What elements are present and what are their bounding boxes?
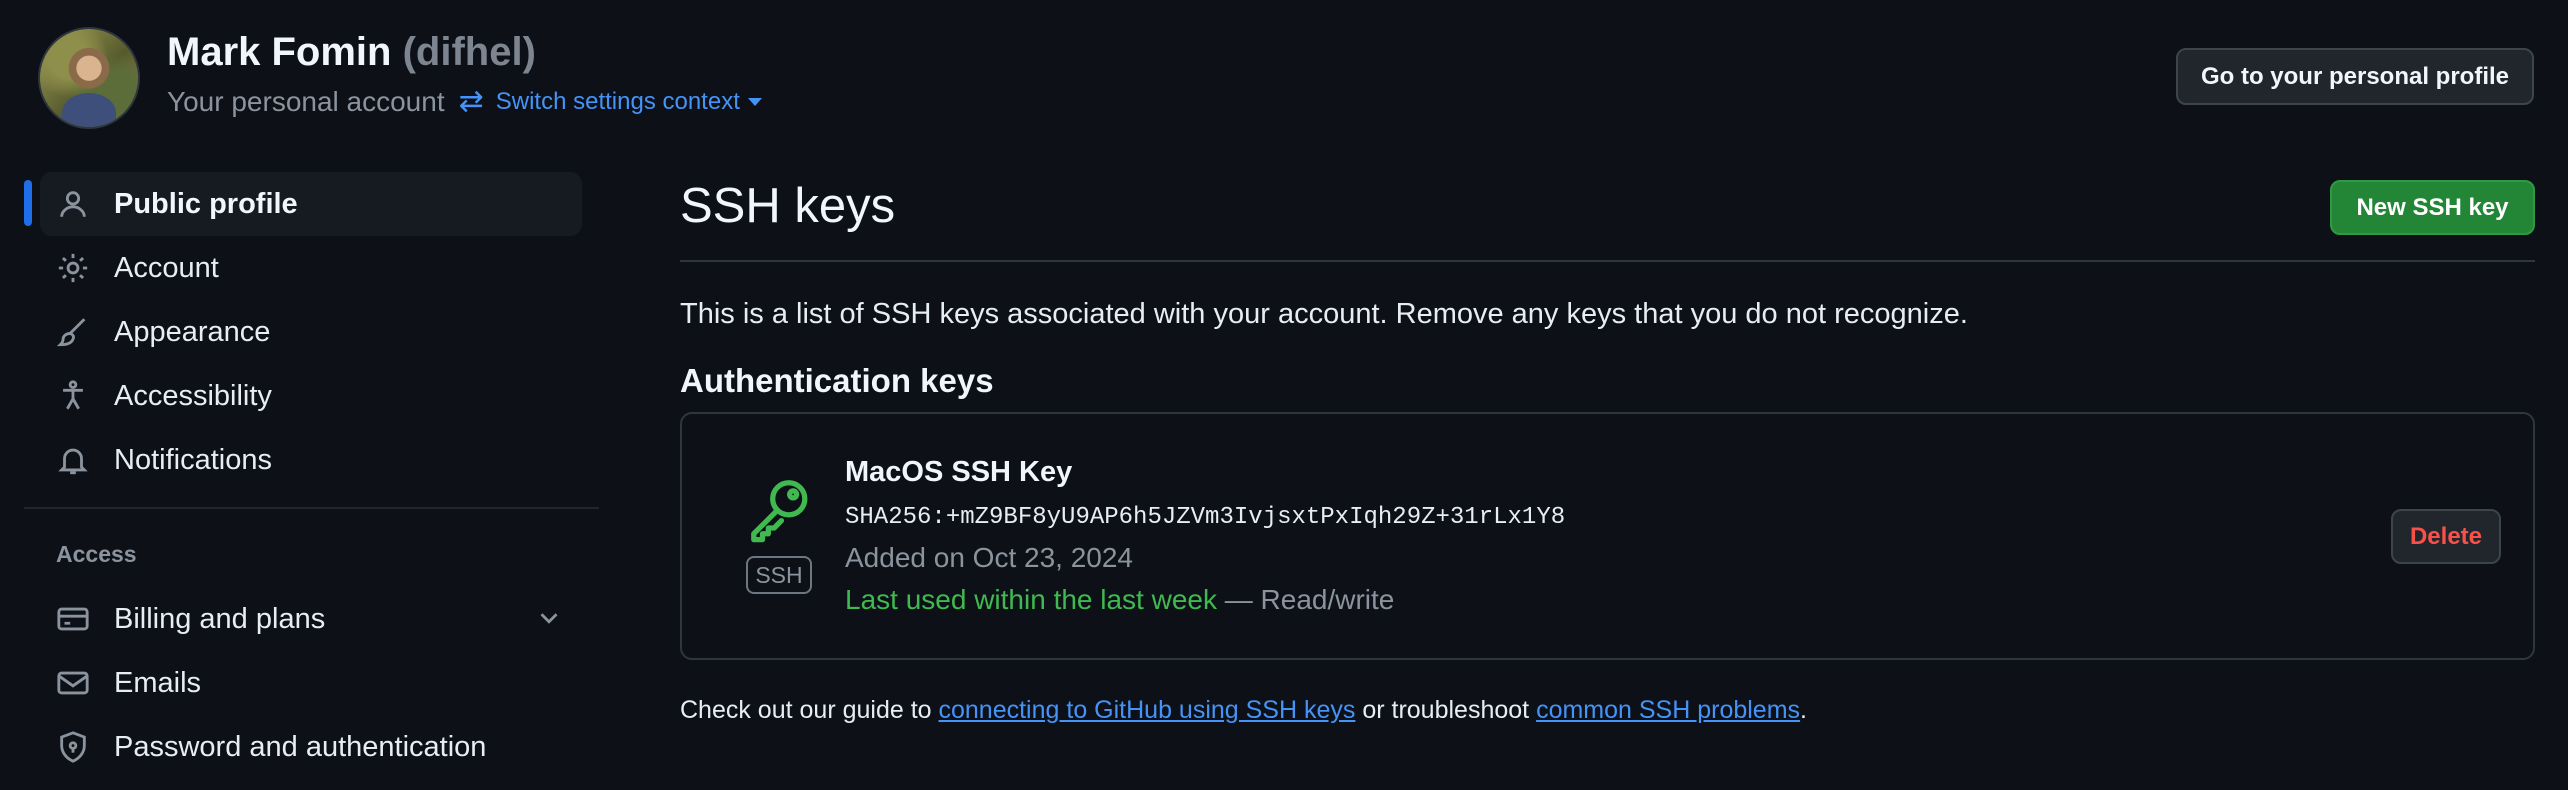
bell-icon <box>58 448 88 475</box>
sidebar-item-label: Accessibility <box>114 379 272 412</box>
key-access-level: — Read/write <box>1216 584 1395 615</box>
key-icon <box>751 480 808 543</box>
account-name: Mark Fomin (difhel) <box>167 30 536 75</box>
active-indicator <box>24 180 32 226</box>
username: (difhel) <box>402 30 536 74</box>
sidebar-item-label: Appearance <box>114 315 271 348</box>
ssh-key-card <box>680 412 2535 660</box>
key-usage: Last used within the last week — Read/wr… <box>845 584 1394 616</box>
ssh-guide-link[interactable]: connecting to GitHub using SSH keys <box>939 696 1356 724</box>
sidebar-item-appearance[interactable]: Appearance <box>40 300 582 364</box>
sidebar-item-emails[interactable]: Emails <box>40 651 582 715</box>
title-divider <box>680 260 2535 262</box>
switch-context-link[interactable]: Switch settings context <box>496 88 740 116</box>
arrow-switch-icon[interactable]: ⇄ <box>459 84 484 119</box>
avatar[interactable] <box>38 27 140 129</box>
chevron-down-icon[interactable] <box>534 603 564 633</box>
delete-key-button[interactable]: Delete <box>2391 509 2501 564</box>
sidebar-item-public-profile[interactable]: Public profile <box>40 172 582 236</box>
section-title: Authentication keys <box>680 362 994 399</box>
mail-icon <box>57 671 89 695</box>
caret-down-icon[interactable] <box>747 97 762 106</box>
account-type-label: Your personal account <box>167 85 445 117</box>
sidebar-section-heading: Access <box>56 541 137 567</box>
sidebar-item-account[interactable]: Account <box>40 236 582 300</box>
sidebar-item-notifications[interactable]: Notifications <box>40 428 582 492</box>
sidebar-item-label: Account <box>114 251 219 284</box>
footer-middle: or troubleshoot <box>1355 696 1537 724</box>
ssh-troubleshoot-link[interactable]: common SSH problems <box>1536 696 1800 724</box>
sidebar-divider <box>24 507 599 509</box>
key-added-date: Added on Oct 23, 2024 <box>845 542 1133 573</box>
footer-suffix: . <box>1800 696 1807 724</box>
key-title: MacOS SSH Key <box>845 456 1073 488</box>
sidebar-item-accessibility[interactable]: Accessibility <box>40 364 582 428</box>
ssh-badge: SSH <box>746 556 812 594</box>
sidebar-item-label: Password and authentication <box>114 730 487 763</box>
sidebar-item-label: Billing and plans <box>114 602 326 635</box>
key-fingerprint: SHA256:+mZ9BF8yU9AP6h5JZVm3IvjsxtPxIqh29… <box>845 504 1566 531</box>
new-ssh-key-button[interactable]: New SSH key <box>2330 180 2535 235</box>
footer-prefix: Check out our guide to <box>680 696 939 724</box>
credit-card-icon <box>57 607 89 631</box>
go-to-profile-button[interactable]: Go to your personal profile <box>2176 48 2534 105</box>
gear-icon <box>58 253 88 283</box>
sidebar-item-password-auth[interactable]: Password and authentication <box>40 715 582 779</box>
paintbrush-icon <box>56 318 86 347</box>
help-footer: Check out our guide to connecting to Git… <box>680 696 1807 725</box>
key-last-used: Last used within the last week <box>845 584 1217 615</box>
intro-text: This is a list of SSH keys associated wi… <box>680 298 1968 330</box>
sidebar-item-billing[interactable]: Billing and plans <box>40 587 582 651</box>
sidebar-item-label: Notifications <box>114 443 272 476</box>
sidebar-item-label: Public profile <box>114 187 298 220</box>
person-icon <box>60 191 86 217</box>
display-name: Mark Fomin <box>167 30 392 74</box>
accessibility-icon <box>63 380 83 410</box>
sidebar-item-label: Emails <box>114 666 202 699</box>
account-subtitle: Your personal account ⇄ Switch settings … <box>167 84 762 119</box>
page-title: SSH keys <box>680 179 896 233</box>
shield-lock-icon <box>60 731 86 763</box>
